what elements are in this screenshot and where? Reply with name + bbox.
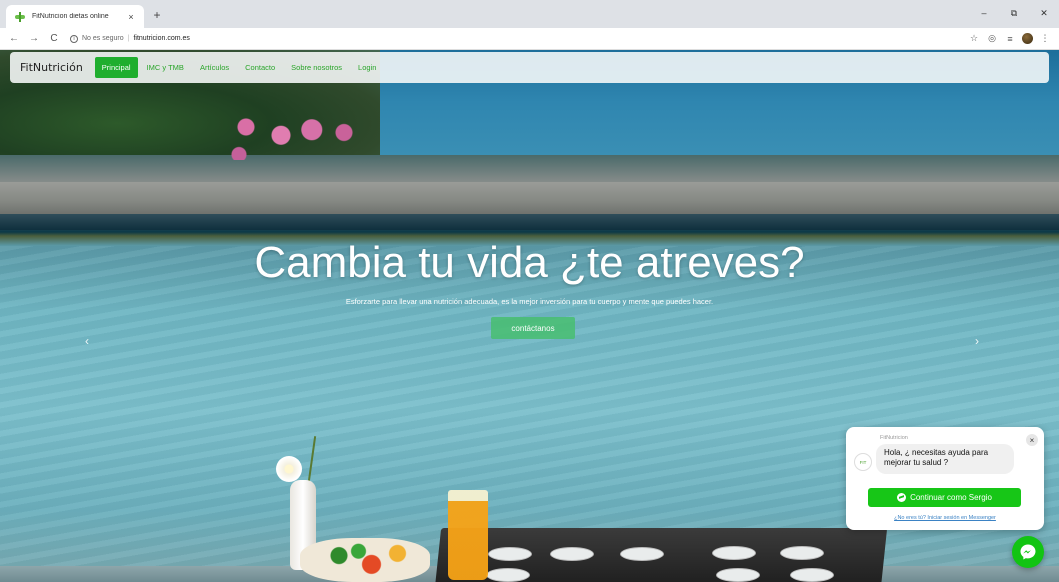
media-queue-icon[interactable]: ≡ — [1004, 33, 1016, 45]
background-flowers — [225, 105, 365, 160]
hero-title: Cambia tu vida ¿te atreves? — [254, 238, 805, 287]
page-viewport: FitNutrición Principal IMC y TMB Artícul… — [0, 50, 1059, 582]
messenger-chat-popup: FitNutricion × FIT Hola, ¿ necesitas ayu… — [846, 427, 1044, 530]
plate-image — [780, 546, 824, 560]
new-tab-button[interactable]: + — [150, 7, 164, 23]
tab-close-icon[interactable]: × — [126, 12, 136, 22]
plate-image — [790, 568, 834, 582]
not-you-link[interactable]: ¿No eres tú? Iniciar sesión en Messenger — [846, 515, 1044, 521]
forward-button[interactable]: → — [27, 32, 41, 46]
nav-link-login[interactable]: Login — [351, 57, 383, 78]
bookmark-star-icon[interactable]: ☆ — [968, 33, 980, 45]
messenger-icon — [897, 493, 907, 502]
salad-plate-image — [300, 538, 430, 582]
plate-image — [488, 547, 532, 561]
reload-button[interactable]: C — [47, 32, 61, 46]
tab-strip: FitNutricion dietas online × + – ⧉ ✕ — [0, 0, 1059, 28]
toolbar-actions: ☆ ◎ ≡ ⋮ — [968, 33, 1055, 45]
chat-message: Hola, ¿ necesitas ayuda para mejorar tu … — [876, 444, 1014, 474]
browser-toolbar: ← → C i No es seguro | fitnutricion.com.… — [0, 28, 1059, 50]
menu-kebab-icon[interactable]: ⋮ — [1039, 33, 1051, 45]
carousel-prev-icon[interactable]: ‹ — [80, 334, 94, 348]
nav-link-principal[interactable]: Principal — [94, 57, 138, 78]
plate-image — [620, 547, 664, 561]
messenger-launcher-button[interactable] — [1012, 536, 1044, 568]
background-pool-wall — [0, 182, 1059, 214]
site-brand[interactable]: FitNutrición — [20, 61, 83, 74]
background-pool-edge — [0, 214, 1059, 230]
window-controls: – ⧉ ✕ — [969, 0, 1059, 28]
plate-image — [486, 568, 530, 582]
continue-as-button[interactable]: Continuar como Sergio — [868, 488, 1021, 507]
contact-button[interactable]: contáctanos — [491, 317, 575, 339]
plate-image — [550, 547, 594, 561]
nav-link-sobre-nosotros[interactable]: Sobre nosotros — [284, 57, 349, 78]
tab-title: FitNutricion dietas online — [32, 13, 109, 20]
minimize-button[interactable]: – — [969, 0, 999, 26]
site-navbar: FitNutrición Principal IMC y TMB Artícul… — [10, 52, 1049, 83]
back-button[interactable]: ← — [7, 32, 21, 46]
info-icon[interactable]: i — [70, 34, 78, 43]
restore-button[interactable]: ⧉ — [999, 0, 1029, 26]
nav-link-articulos[interactable]: Artículos — [193, 57, 236, 78]
nav-link-contacto[interactable]: Contacto — [238, 57, 282, 78]
address-bar[interactable]: i No es seguro | fitnutricion.com.es — [70, 31, 962, 47]
chat-close-icon[interactable]: × — [1026, 434, 1038, 446]
chat-page-name: FitNutricion — [880, 435, 908, 441]
messenger-bolt-icon — [1020, 544, 1036, 560]
security-status: No es seguro — [82, 35, 124, 42]
extension-icon[interactable]: ◎ — [986, 33, 998, 45]
browser-window: FitNutricion dietas online × + – ⧉ ✕ ← →… — [0, 0, 1059, 582]
chat-avatar: FIT — [854, 453, 872, 471]
continue-as-label: Continuar como Sergio — [910, 493, 992, 502]
browser-tab[interactable]: FitNutricion dietas online × — [6, 5, 144, 28]
white-flower-image — [276, 456, 302, 482]
plate-image — [712, 546, 756, 560]
address-separator: | — [127, 35, 130, 42]
carousel-next-icon[interactable]: › — [970, 334, 984, 348]
nav-link-imc-tmb[interactable]: IMC y TMB — [140, 57, 191, 78]
url-text: fitnutricion.com.es — [133, 35, 190, 42]
close-window-button[interactable]: ✕ — [1029, 0, 1059, 26]
hero-subtitle: Esforzarte para llevar una nutrición ade… — [345, 297, 714, 306]
plate-image — [716, 568, 760, 582]
favicon-icon — [14, 11, 26, 23]
orange-juice-image — [448, 490, 488, 580]
profile-avatar-icon[interactable] — [1022, 33, 1033, 44]
